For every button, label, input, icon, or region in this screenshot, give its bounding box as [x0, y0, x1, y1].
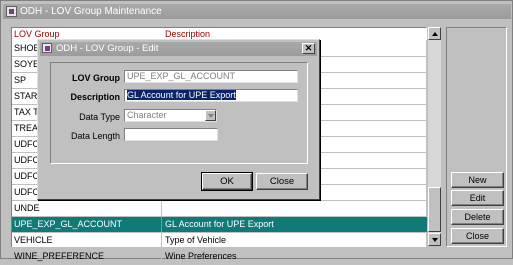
- cell-description: Type of Vehicle: [165, 235, 227, 245]
- grid-vertical-scrollbar[interactable]: [428, 27, 441, 246]
- window-titlebar: ODH - LOV Group Maintenance: [3, 4, 511, 19]
- data-type-select[interactable]: Character: [124, 109, 217, 122]
- data-type-label: Data Type: [79, 112, 120, 122]
- cell-description: Wine Preferences: [165, 251, 237, 261]
- dialog-title: ODH - LOV Group - Edit: [56, 43, 159, 54]
- cell-description: GL Account for UPE Export: [165, 219, 274, 229]
- scroll-up-button[interactable]: [428, 27, 441, 40]
- scroll-thumb[interactable]: [428, 187, 441, 232]
- description-field-value: GL Account for UPE Export: [127, 90, 236, 100]
- table-row[interactable]: UNDE: [12, 201, 427, 217]
- window-title: ODH - LOV Group Maintenance: [20, 6, 162, 17]
- dialog-close-icon[interactable]: ✕: [302, 43, 315, 54]
- ok-button[interactable]: OK: [201, 172, 253, 191]
- lov-group-maintenance-window: ODH - LOV Group Maintenance LOV Group De…: [0, 0, 513, 265]
- cell-description: [163, 201, 427, 216]
- cell-lov-group: UPE_EXP_GL_ACCOUNT: [12, 217, 162, 232]
- table-row[interactable]: WINE_PREFERENCE Wine Preferences: [12, 249, 427, 265]
- data-type-dropdown-button[interactable]: [205, 110, 216, 121]
- dialog-titlebar: ODH - LOV Group - Edit ✕: [40, 42, 317, 56]
- arrow-down-icon: [432, 238, 438, 242]
- close-button[interactable]: Close: [451, 228, 504, 244]
- data-length-field[interactable]: [124, 128, 218, 141]
- dialog-close-button[interactable]: Close: [256, 173, 308, 190]
- data-type-value: Character: [127, 110, 167, 120]
- lov-group-field[interactable]: UPE_EXP_GL_ACCOUNT: [124, 70, 298, 83]
- data-length-label: Data Length: [70, 131, 120, 141]
- lov-group-edit-dialog: ODH - LOV Group - Edit ✕ LOV Group UPE_E…: [37, 39, 320, 200]
- lov-group-label: LOV Group: [72, 73, 120, 83]
- cell-lov-group: UNDE: [12, 201, 162, 216]
- new-button[interactable]: New: [451, 172, 504, 188]
- cell-lov-group: VEHICLE: [12, 233, 162, 248]
- description-label: Description: [70, 92, 120, 102]
- table-row[interactable]: VEHICLE Type of Vehicle: [12, 233, 427, 249]
- cell-lov-group: WINE_PREFERENCE: [12, 249, 162, 264]
- scroll-down-button[interactable]: [428, 233, 441, 246]
- table-row[interactable]: UPE_EXP_GL_ACCOUNT GL Account for UPE Exp…: [12, 217, 427, 233]
- app-icon: [6, 6, 17, 17]
- edit-button[interactable]: Edit: [451, 190, 504, 206]
- dialog-app-icon: [42, 43, 52, 53]
- delete-button[interactable]: Delete: [451, 209, 504, 225]
- description-field[interactable]: GL Account for UPE Export: [124, 89, 298, 102]
- arrow-up-icon: [432, 32, 438, 36]
- chevron-down-icon: [208, 114, 214, 118]
